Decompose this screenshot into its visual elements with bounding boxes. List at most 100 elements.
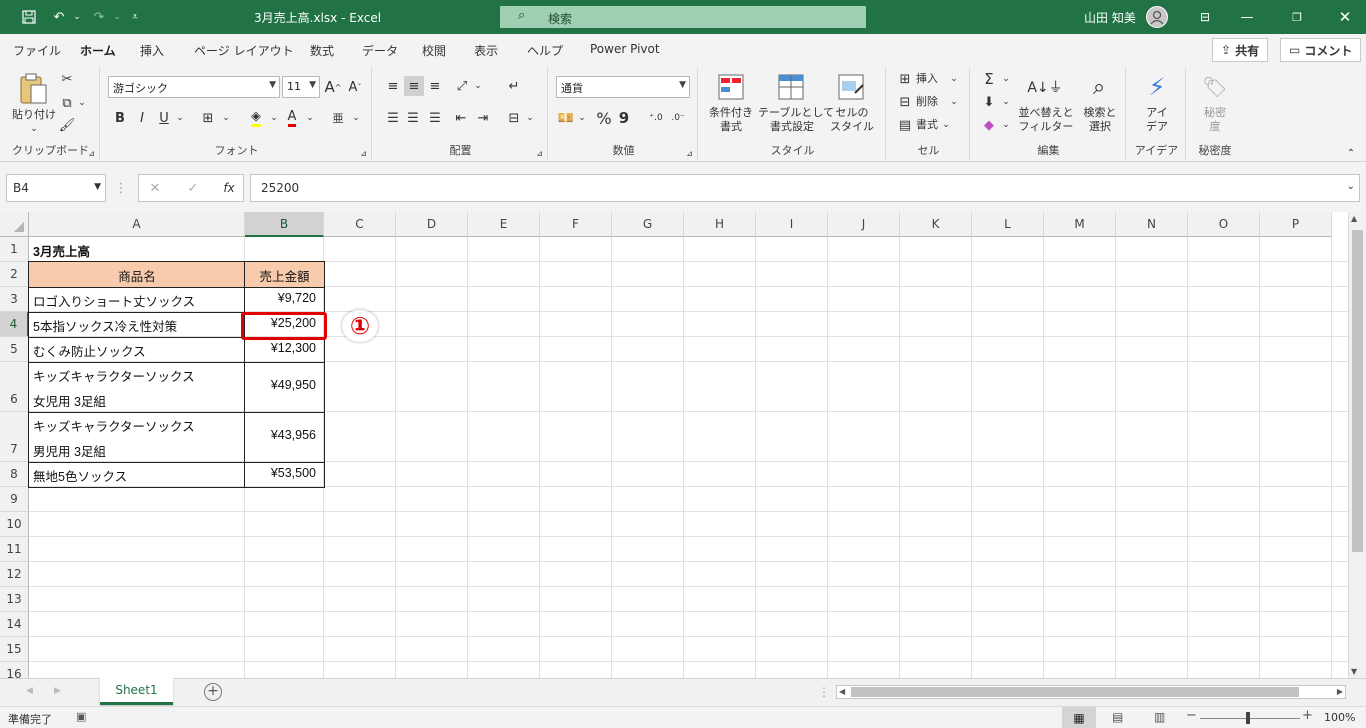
align-bottom-icon[interactable]: ≡ xyxy=(426,76,444,96)
column-header-c[interactable]: C xyxy=(324,212,396,237)
decrease-decimal-icon[interactable]: .0⁻ xyxy=(668,108,688,128)
normal-view-icon[interactable]: ▦ xyxy=(1062,707,1096,728)
fill-dropdown-icon[interactable]: ⌄ xyxy=(268,108,280,128)
column-header-h[interactable]: H xyxy=(684,212,756,237)
column-header-d[interactable]: D xyxy=(396,212,468,237)
next-sheet-icon[interactable]: ▶ xyxy=(54,686,61,696)
tab-power-pivot[interactable]: Power Pivot xyxy=(590,42,660,56)
row-header-15[interactable]: 15 xyxy=(0,637,29,662)
format-as-table-button[interactable]: テーブルとして 書式設定 xyxy=(758,106,834,134)
sort-filter-icon[interactable]: A↓⏚ xyxy=(1027,72,1062,102)
align-right-icon[interactable]: ☰ xyxy=(426,108,444,128)
merge-dropdown-icon[interactable]: ⌄ xyxy=(524,108,536,128)
tab-splitter-icon[interactable]: ⋮ xyxy=(818,685,830,699)
worksheet-grid[interactable]: ABCDEFGHIJKLMNOP 1 2 3 4 5 6 7 8 9 10 11 12 13 14 15 16… xyxy=(0,212,1348,678)
row-header-12[interactable]: 12 xyxy=(0,562,29,587)
scroll-down-icon[interactable]: ▼ xyxy=(1351,667,1357,676)
collapse-ribbon-icon[interactable]: ⌃ xyxy=(1344,146,1358,160)
insert-dropdown-icon[interactable]: ⌄ xyxy=(948,70,960,88)
scroll-up-icon[interactable]: ▲ xyxy=(1351,214,1357,223)
bold-button[interactable]: B xyxy=(112,108,128,128)
comma-style-button[interactable]: 9 xyxy=(616,108,632,128)
row-header-16[interactable]: 16 xyxy=(0,662,29,678)
add-sheet-icon[interactable]: + xyxy=(204,683,222,701)
column-header-n[interactable]: N xyxy=(1116,212,1188,237)
scroll-right-icon[interactable]: ▶ xyxy=(1337,687,1343,696)
copy-dropdown-icon[interactable]: ⌄ xyxy=(76,94,88,112)
insert-cells-icon[interactable]: ⊞ xyxy=(896,70,914,88)
borders-icon[interactable]: ⊞ xyxy=(198,108,218,128)
row-header-10[interactable]: 10 xyxy=(0,512,29,537)
paste-icon[interactable] xyxy=(16,72,50,106)
dialog-launcher-icon[interactable]: ⊿ xyxy=(360,149,367,158)
italic-button[interactable]: I xyxy=(134,108,150,128)
wrap-text-icon[interactable]: ↵ xyxy=(504,76,524,96)
search-box[interactable]: ⌕ 検索 xyxy=(500,6,866,28)
row-header-11[interactable]: 11 xyxy=(0,537,29,562)
column-header-g[interactable]: G xyxy=(612,212,684,237)
row-header-8[interactable]: 8 xyxy=(0,462,29,487)
decrease-indent-icon[interactable]: ⇤ xyxy=(452,108,470,128)
phonetic-icon[interactable]: 亜 xyxy=(328,108,348,128)
zoom-slider-thumb[interactable] xyxy=(1246,712,1250,724)
zoom-slider[interactable] xyxy=(1200,718,1300,719)
sensitivity-icon[interactable]: 🏷 xyxy=(1200,72,1230,102)
format-painter-icon[interactable]: 🖌 xyxy=(58,116,76,134)
page-break-view-icon[interactable]: ▥ xyxy=(1154,710,1165,724)
row-header-4[interactable]: 4 xyxy=(0,312,29,337)
insert-cells-button[interactable]: 挿入 xyxy=(916,72,938,86)
row-header-9[interactable]: 9 xyxy=(0,487,29,512)
zoom-out-icon[interactable]: − xyxy=(1186,708,1197,723)
paste-button[interactable]: 貼り付け xyxy=(6,108,62,122)
orientation-icon[interactable]: ⤢ xyxy=(452,76,472,96)
sort-filter-button[interactable]: 並べ替えと フィルター xyxy=(1016,106,1076,134)
cut-icon[interactable]: ✂ xyxy=(58,70,76,88)
copy-icon[interactable]: ⧉ xyxy=(58,94,76,112)
fill-color-icon[interactable]: ◈ xyxy=(246,108,266,128)
customize-qat-icon[interactable]: ⩡ xyxy=(124,6,146,28)
increase-indent-icon[interactable]: ⇥ xyxy=(474,108,492,128)
row-header-3[interactable]: 3 xyxy=(0,287,29,312)
enter-icon[interactable]: ✓ xyxy=(184,180,202,196)
percent-style-button[interactable]: % xyxy=(594,108,614,128)
close-icon[interactable]: ✕ xyxy=(1334,6,1356,28)
autosum-icon[interactable]: Σ xyxy=(980,70,998,88)
avatar[interactable] xyxy=(1146,6,1168,28)
vertical-scrollbar[interactable]: ▲ ▼ xyxy=(1348,212,1366,678)
increase-decimal-icon[interactable]: ⁺.0 xyxy=(646,108,666,128)
find-select-icon[interactable]: ⌕ xyxy=(1084,72,1114,102)
clear-icon[interactable]: ◆ xyxy=(980,116,998,134)
column-header-o[interactable]: O xyxy=(1188,212,1260,237)
column-header-i[interactable]: I xyxy=(756,212,828,237)
column-header-k[interactable]: K xyxy=(900,212,972,237)
column-header-p[interactable]: P xyxy=(1260,212,1332,237)
format-cells-button[interactable]: 書式 xyxy=(916,118,938,132)
fill-icon[interactable]: ⬇ xyxy=(980,93,998,111)
clear-dropdown-icon[interactable]: ⌄ xyxy=(1000,116,1012,134)
font-size-combo[interactable]: 11 ▼ xyxy=(282,76,320,98)
fill-dropdown-icon[interactable]: ⌄ xyxy=(1000,93,1012,111)
tab-file[interactable]: ファイル xyxy=(13,42,61,59)
delete-dropdown-icon[interactable]: ⌄ xyxy=(948,93,960,111)
tab-review[interactable]: 校閲 xyxy=(422,42,446,59)
cell-styles-button[interactable]: セルの スタイル xyxy=(826,106,878,134)
tab-page-layout[interactable]: ページ レイアウト xyxy=(194,42,294,59)
column-header-f[interactable]: F xyxy=(540,212,612,237)
h-scroll-thumb[interactable] xyxy=(851,687,1299,697)
increase-font-icon[interactable]: A ^ xyxy=(324,78,342,96)
number-format-combo[interactable]: 通貨 ▼ xyxy=(556,76,690,98)
user-name[interactable]: 山田 知美 xyxy=(1084,9,1136,26)
accessibility-icon[interactable]: ▣ xyxy=(76,710,86,723)
accounting-dropdown-icon[interactable]: ⌄ xyxy=(576,108,588,128)
tab-help[interactable]: ヘルプ xyxy=(527,42,563,59)
ideas-icon[interactable]: ⚡ xyxy=(1142,72,1172,102)
cell-a1-title[interactable]: 3月売上高 xyxy=(33,241,90,260)
restore-icon[interactable]: ❐ xyxy=(1286,6,1308,28)
formula-input[interactable]: 25200 ⌄ xyxy=(250,174,1360,202)
row-header-5[interactable]: 5 xyxy=(0,337,29,362)
ideas-button[interactable]: アイ デア xyxy=(1136,106,1178,134)
format-dropdown-icon[interactable]: ⌄ xyxy=(940,116,952,134)
find-select-button[interactable]: 検索と 選択 xyxy=(1078,106,1122,134)
dialog-launcher-icon[interactable]: ⊿ xyxy=(536,149,543,158)
merge-center-icon[interactable]: ⊟ xyxy=(504,108,524,128)
